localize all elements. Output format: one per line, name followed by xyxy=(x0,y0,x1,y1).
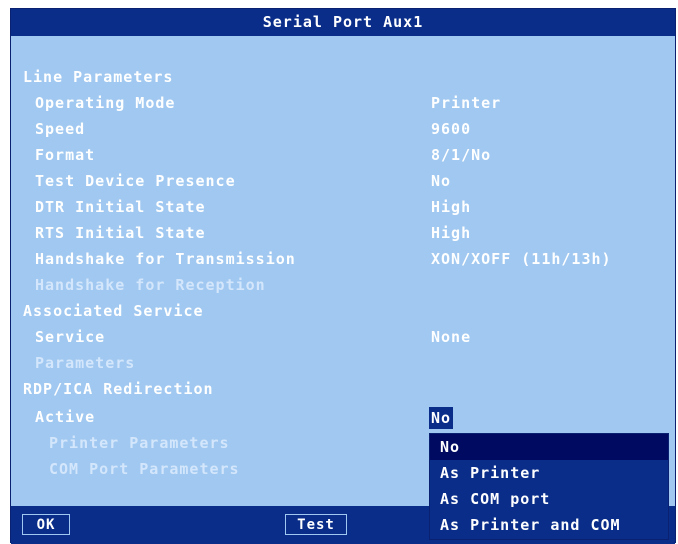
value-dtr-initial-state[interactable]: High xyxy=(431,195,471,219)
active-select[interactable]: No xyxy=(429,407,454,429)
option-as-printer[interactable]: As Printer xyxy=(430,460,668,486)
label-service[interactable]: Service xyxy=(35,325,105,349)
serial-port-dialog: Serial Port Aux1 Line Parameters Operati… xyxy=(10,8,676,544)
label-printer-parameters: Printer Parameters xyxy=(49,434,230,452)
test-button[interactable]: Test xyxy=(285,514,347,535)
label-service-parameters: Parameters xyxy=(35,354,136,372)
label-active[interactable]: Active xyxy=(35,405,95,429)
section-associated-service: Associated Service xyxy=(23,302,204,320)
active-dropdown-list: No As Printer As COM port As Printer and… xyxy=(429,433,669,540)
label-handshake-transmission[interactable]: Handshake for Transmission xyxy=(35,247,296,271)
label-handshake-reception: Handshake for Reception xyxy=(35,276,266,294)
value-operating-mode[interactable]: Printer xyxy=(431,91,501,115)
label-rts-initial-state[interactable]: RTS Initial State xyxy=(35,221,206,245)
option-as-printer-and-com[interactable]: As Printer and COM xyxy=(430,512,668,538)
label-test-device-presence[interactable]: Test Device Presence xyxy=(35,169,236,193)
value-handshake-transmission[interactable]: XON/XOFF (11h/13h) xyxy=(431,247,612,271)
label-format[interactable]: Format xyxy=(35,143,95,167)
value-service[interactable]: None xyxy=(431,325,471,349)
option-as-com-port[interactable]: As COM port xyxy=(430,486,668,512)
ok-button[interactable]: OK xyxy=(22,514,70,535)
label-speed[interactable]: Speed xyxy=(35,117,85,141)
dialog-title: Serial Port Aux1 xyxy=(11,9,675,36)
option-no[interactable]: No xyxy=(430,434,668,460)
label-com-port-parameters: COM Port Parameters xyxy=(49,460,240,478)
section-rdp-ica-redirection: RDP/ICA Redirection xyxy=(23,380,214,398)
value-test-device-presence[interactable]: No xyxy=(431,169,451,193)
value-speed[interactable]: 9600 xyxy=(431,117,471,141)
label-operating-mode[interactable]: Operating Mode xyxy=(35,91,175,115)
label-dtr-initial-state[interactable]: DTR Initial State xyxy=(35,195,206,219)
section-line-parameters: Line Parameters xyxy=(23,68,174,86)
value-rts-initial-state[interactable]: High xyxy=(431,221,471,245)
value-format[interactable]: 8/1/No xyxy=(431,143,491,167)
